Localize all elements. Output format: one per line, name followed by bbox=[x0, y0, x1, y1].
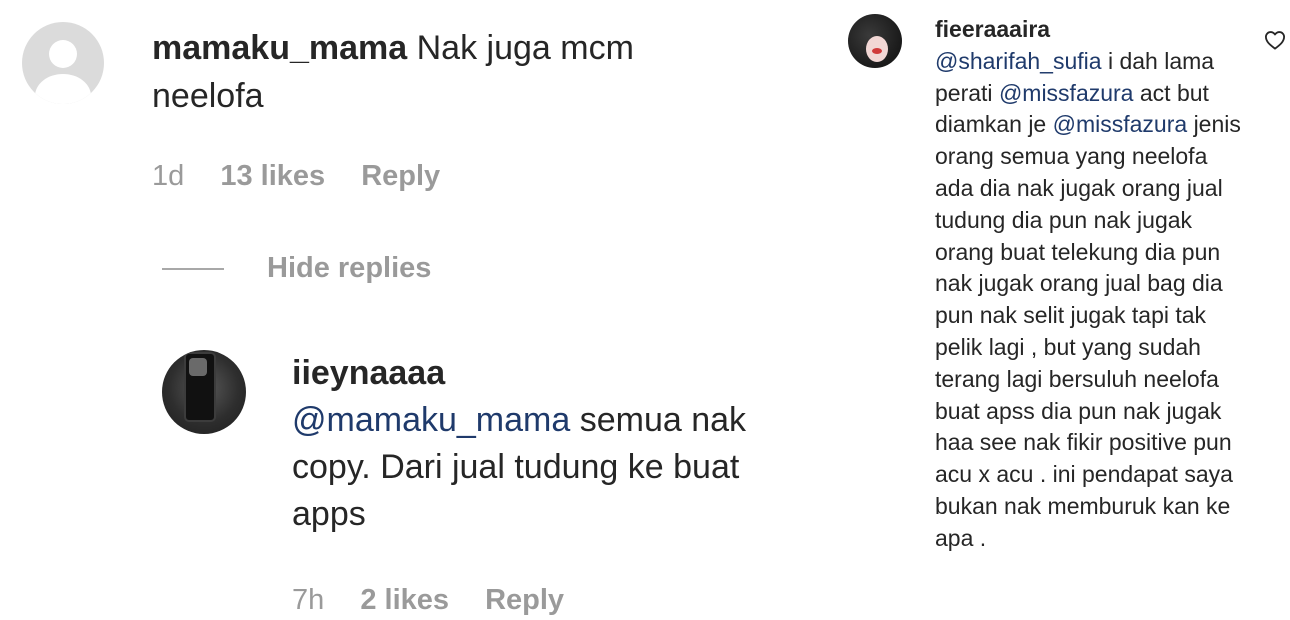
reply-button[interactable]: Reply bbox=[361, 160, 440, 192]
avatar-lips-shape bbox=[872, 48, 882, 54]
default-avatar-head bbox=[49, 40, 77, 68]
default-avatar-body bbox=[35, 74, 91, 104]
right-comment-text: fieeraaaira @sharifah_sufia i dah lama p… bbox=[935, 14, 1245, 555]
user-avatar[interactable] bbox=[22, 22, 104, 104]
comment-meta: 1d 13 likes Reply bbox=[152, 160, 468, 193]
avatar-camera-shape bbox=[189, 358, 207, 376]
reply-timestamp[interactable]: 7h bbox=[292, 584, 324, 616]
comment-timestamp[interactable]: 1d bbox=[152, 160, 184, 192]
right-comment-body-3: jenis orang semua yang neelofa ada dia n… bbox=[935, 111, 1241, 551]
right-user-avatar[interactable] bbox=[848, 14, 902, 68]
right-username[interactable]: fieeraaaira bbox=[935, 14, 1245, 46]
comment-text: mamaku_mama Nak juga mcm neelofa bbox=[152, 24, 712, 120]
hide-replies-button[interactable]: Hide replies bbox=[267, 252, 431, 285]
comment-username[interactable]: mamaku_mama bbox=[152, 29, 407, 67]
reply-button[interactable]: Reply bbox=[485, 584, 564, 616]
replies-divider bbox=[162, 268, 224, 270]
comment-likes-count[interactable]: 13 likes bbox=[220, 160, 325, 192]
mention-link[interactable]: @sharifah_sufia bbox=[935, 48, 1102, 74]
reply-username[interactable]: iieynaaaa bbox=[292, 350, 752, 397]
reply-likes-count[interactable]: 2 likes bbox=[360, 584, 449, 616]
mention-link[interactable]: @missfazura bbox=[999, 80, 1134, 106]
heart-outline-icon[interactable] bbox=[1264, 30, 1286, 50]
reply-meta: 7h 2 likes Reply bbox=[292, 584, 592, 617]
reply-comment-text: iieynaaaa @mamaku_mama semua nak copy. D… bbox=[292, 350, 752, 538]
mention-link[interactable]: @missfazura bbox=[1053, 111, 1188, 137]
mention-link[interactable]: @mamaku_mama bbox=[292, 401, 570, 439]
reply-user-avatar[interactable] bbox=[162, 350, 246, 434]
